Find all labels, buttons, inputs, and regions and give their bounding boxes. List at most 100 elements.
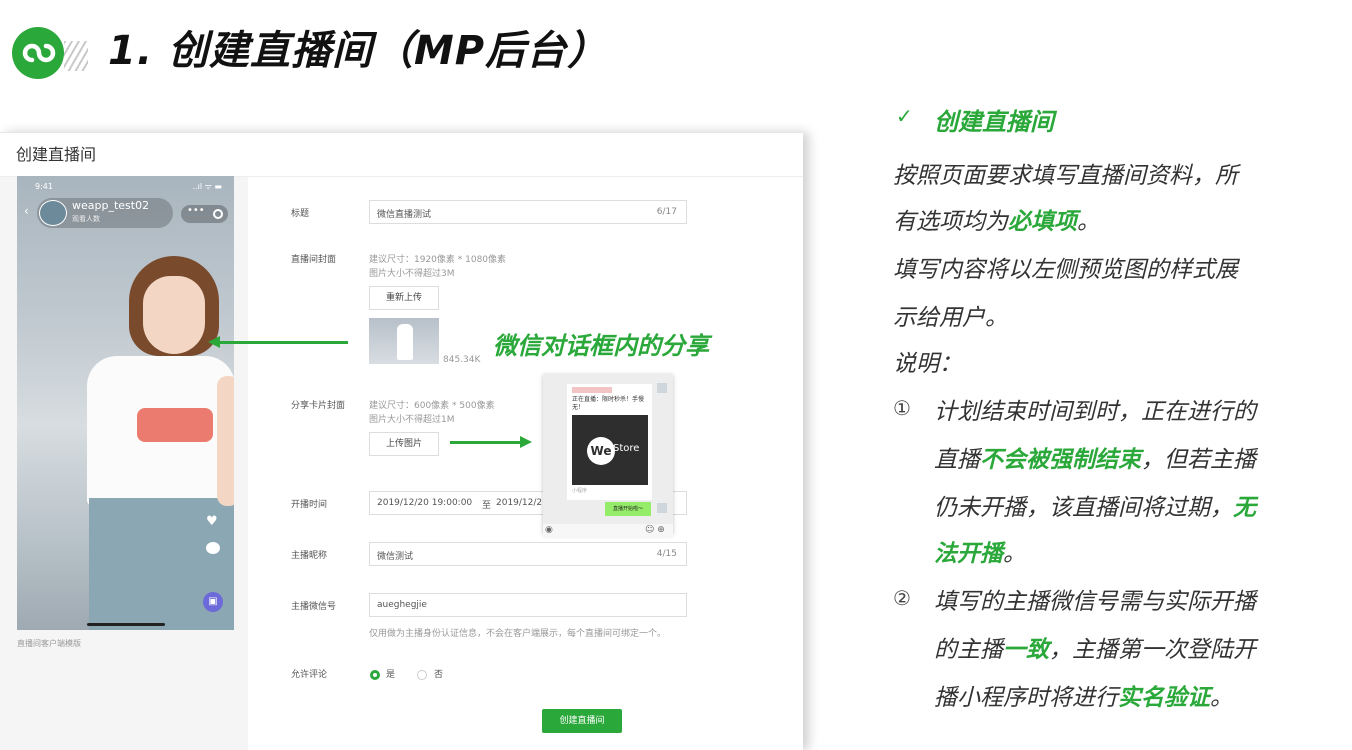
voice-icon: ◉ [545, 525, 553, 535]
anchor-wechat-label: 主播微信号 [291, 602, 337, 612]
emoji-plus-icon: ☺ ⊕ [645, 525, 665, 535]
create-room-button[interactable]: 创建直播间 [542, 709, 622, 733]
anchor-nick-input[interactable]: 微信测试 4/15 [369, 542, 687, 566]
slide: 1. 创建直播间（MP后台） 创建直播间 9:41 ..ıl ᯤ ▬ ‹ wea… [0, 0, 1352, 750]
note-1-line2: 直播不会被强制结束，但若主播 [934, 440, 1256, 474]
cover-thumbnail-figure [397, 324, 413, 360]
explain-p1-line1: 按照页面要求填写直播间资料，所 [893, 163, 1238, 189]
anchor-arm [217, 376, 234, 506]
anchor-face [143, 276, 205, 354]
title-input[interactable]: 微信直播测试 6/17 [369, 200, 687, 224]
room-name: weapp_test02 [72, 199, 150, 212]
anchor-wechat-hint: 仅用做为主播身份认证信息，不会在客户端展示，每个直播间可绑定一个。 [369, 629, 667, 639]
cover-label: 直播间封面 [291, 255, 337, 265]
more-icon: ••• [187, 205, 205, 216]
note-1-line3: 仍未开播，该直播间将过期，无 [934, 488, 1256, 522]
status-signal-icon: ..ıl ᯤ ▬ [192, 182, 222, 191]
preview-arrow-line [220, 341, 348, 344]
preview-arrow-head [208, 336, 220, 348]
page-title: 创建直播间 [16, 145, 97, 164]
allow-comment-label: 允许评论 [291, 670, 328, 680]
upload-image-button[interactable]: 上传图片 [369, 432, 439, 456]
store-text: Store [613, 443, 640, 454]
explain-p2-line1: 填写内容将以左侧预览图的样式展 [893, 257, 1238, 283]
reupload-button[interactable]: 重新上传 [369, 286, 439, 310]
note-1-line4: 法开播。 [934, 534, 1026, 568]
time-end: 2019/12/2 [496, 498, 543, 508]
emphasis: 实名验证 [1118, 685, 1210, 711]
emphasis: 一致 [1003, 637, 1049, 663]
chat-avatar [657, 383, 667, 393]
chat-bubble: 直播开始啦～ [605, 502, 651, 516]
slide-title: 1. 创建直播间（MP后台） [108, 28, 609, 74]
text: ，但若主播 [1141, 447, 1256, 473]
explain-p1-line2: 有选项均为必填项。 [893, 202, 1100, 236]
we-logo: We [587, 437, 615, 465]
note-label: 说明： [893, 351, 962, 377]
share-card-foot: 小程序 [572, 488, 588, 494]
anchor-wechat-value: aueghegjie [377, 600, 427, 610]
anchor-shirt-print [137, 408, 213, 442]
text: 。 [1077, 209, 1100, 235]
form-area [264, 177, 803, 750]
anchor-nick-count: 4/15 [656, 549, 677, 559]
title-count: 6/17 [656, 207, 677, 217]
note-1-marker: ① [893, 396, 911, 420]
text: 仍未开播，该直播间将过期， [934, 495, 1233, 521]
comment-no-radio[interactable] [417, 670, 427, 680]
comment-icon [206, 542, 220, 554]
anchor-wechat-input[interactable]: aueghegjie [369, 593, 687, 617]
text: 有选项均为 [893, 209, 1008, 235]
text: 。 [1003, 541, 1026, 567]
anchor-nick-value: 微信测试 [377, 552, 414, 562]
explain-heading: 创建直播间 [934, 108, 1054, 136]
explain-p2-line2: 示给用户。 [893, 305, 1008, 331]
note-2-line1: 填写的主播微信号需与实际开播 [934, 589, 1256, 615]
title-value: 微信直播测试 [377, 210, 432, 220]
back-chevron-icon: ‹ [24, 204, 29, 218]
logo-hatch-decoration [64, 41, 88, 71]
live-room-preview: 9:41 ..ıl ᯤ ▬ ‹ weapp_test02 观看人数 ••• ♥ … [17, 176, 234, 630]
close-icon [213, 209, 223, 219]
comment-yes-radio[interactable] [370, 670, 380, 680]
text: ，主播第一次登陆开 [1049, 637, 1256, 663]
heart-icon: ♥ [206, 514, 218, 529]
cover-hint-limit: 图片大小不得超过3M [369, 269, 455, 279]
note-2-marker: ② [893, 586, 911, 610]
comment-yes-label: 是 [386, 670, 396, 680]
time-separator: 至 [482, 501, 492, 511]
share-annotation: 微信对话框内的分享 [493, 332, 709, 360]
preview-caption: 直播间客户端模版 [17, 639, 81, 648]
note-2-line2: 的主播一致，主播第一次登陆开 [934, 630, 1256, 664]
mini-program-logo-icon [12, 27, 88, 79]
room-viewers: 观看人数 [72, 215, 100, 223]
share-hint-size: 建议尺寸：600像素 * 500像素 [369, 401, 495, 411]
note-1-line1: 计划结束时间到时，正在进行的 [934, 399, 1256, 425]
text: 的主播 [934, 637, 1003, 663]
share-card-text: 正在直播：限时秒杀！手慢无！ [572, 396, 645, 411]
room-avatar [39, 200, 67, 226]
time-start: 2019/12/20 19:00:00 [377, 498, 473, 508]
share-arrow-head [520, 436, 532, 448]
text: 。 [1210, 685, 1233, 711]
chat-avatar-self [657, 503, 667, 513]
emphasis: 不会被强制结束 [980, 447, 1141, 473]
anchor-nick-label: 主播昵称 [291, 551, 328, 561]
check-icon: ✓ [896, 104, 913, 128]
emphasis: 法开播 [934, 541, 1003, 567]
home-indicator [87, 623, 165, 626]
cover-file-size: 845.34K [443, 355, 481, 365]
required-emphasis: 必填项 [1008, 209, 1077, 235]
logo-circle [12, 27, 64, 79]
note-2-line3: 播小程序时将进行实名验证。 [934, 678, 1233, 712]
share-arrow-line [450, 441, 522, 444]
share-hint-limit: 图片大小不得超过1M [369, 415, 455, 425]
title-label: 标题 [291, 209, 310, 219]
emphasis: 无 [1233, 495, 1256, 521]
text: 直播 [934, 447, 980, 473]
comment-no-label: 否 [434, 670, 444, 680]
shopping-bag-icon: ▣ [203, 592, 223, 612]
link-icon [22, 43, 56, 63]
share-card-label: 分享卡片封面 [291, 401, 346, 411]
text: 播小程序时将进行 [934, 685, 1118, 711]
